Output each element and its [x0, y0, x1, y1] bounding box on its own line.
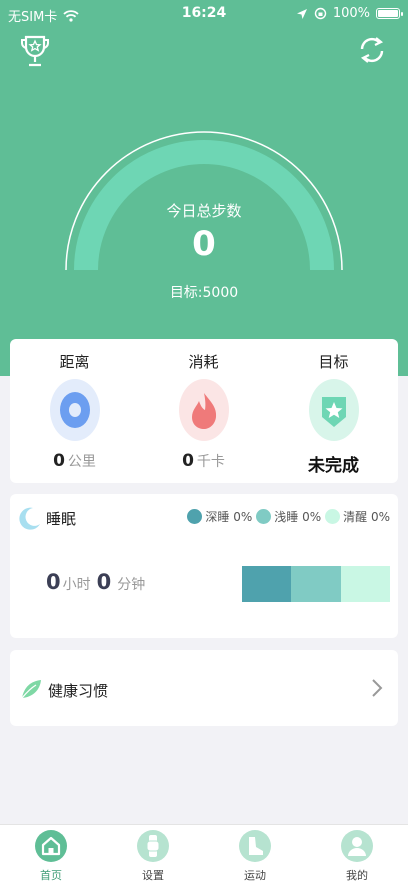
sleep-title: 睡眠 [46, 510, 77, 528]
healthy-habits-row[interactable]: 健康习惯 [10, 650, 398, 726]
battery-text: 100% [332, 6, 370, 21]
location-icon [296, 8, 307, 19]
tab-profile-label: 我的 [346, 869, 368, 882]
light-sleep-label: 浅睡 0% [274, 510, 322, 524]
sleep-duration: 0 小时 0 分钟 [46, 570, 145, 594]
goal-status: 未完成 [308, 456, 359, 476]
tab-home[interactable]: 首页 [0, 825, 102, 883]
calories-number: 0 [182, 451, 194, 471]
tab-settings-label: 设置 [142, 869, 164, 882]
steps-label: 今日总步数 [166, 202, 242, 220]
sleep-stage-bar [242, 566, 390, 602]
watch-icon [137, 830, 169, 862]
distance-icon [50, 379, 100, 441]
calories-title: 消耗 [188, 353, 219, 371]
step-gauge [65, 131, 343, 271]
trophy-button[interactable] [20, 34, 50, 68]
goal-value: 未完成 [269, 451, 398, 476]
distance-title: 距离 [59, 353, 90, 371]
legend-awake: 清醒 0% [325, 508, 390, 525]
tab-profile[interactable]: 我的 [306, 825, 408, 883]
moon-icon [19, 507, 40, 530]
sleep-legend: 深睡 0% 浅睡 0% 清醒 0% [183, 508, 390, 525]
hours-unit: 小时 [62, 577, 91, 593]
chevron-right-icon [372, 679, 383, 697]
deep-sleep-dot [187, 509, 203, 524]
badge-star-icon [309, 379, 359, 441]
user-icon [341, 830, 373, 862]
battery-icon [376, 8, 403, 19]
sleep-card[interactable]: 睡眠 深睡 0% 浅睡 0% 清醒 0% 0 小时 0 分钟 [10, 494, 398, 638]
deep-sleep-segment [242, 566, 292, 602]
flame-icon [179, 379, 229, 441]
deep-sleep-label: 深睡 0% [205, 510, 253, 524]
tab-home-label: 首页 [40, 869, 62, 882]
minutes-unit: 分钟 [117, 577, 146, 593]
awake-dot [325, 509, 341, 524]
status-bar: 无SIM卡 16:24 100% [0, 0, 408, 28]
steps-count: 0 [192, 224, 216, 264]
sync-icon [360, 37, 384, 63]
legend-light-sleep: 浅睡 0% [256, 508, 321, 525]
steps-target: 目标:5000 [169, 285, 239, 301]
goal-title: 目标 [318, 353, 349, 371]
calories-stat[interactable]: 消耗 0 千卡 [139, 339, 268, 483]
sleep-minutes: 0 [96, 570, 112, 594]
leaf-icon [21, 680, 41, 699]
header-panel: 今日总步数 0 目标:5000 [0, 0, 408, 376]
sleep-hours: 0 [46, 570, 61, 594]
goal-stat[interactable]: 目标 未完成 [269, 339, 398, 483]
distance-value: 0 公里 [10, 451, 139, 471]
distance-unit: 公里 [67, 454, 96, 470]
home-icon [35, 830, 67, 862]
distance-stat[interactable]: 距离 0 公里 [10, 339, 139, 483]
distance-number: 0 [53, 451, 65, 471]
tab-sports-label: 运动 [244, 869, 266, 882]
bottom-tab-bar: 首页 设置 运动 我的 [0, 824, 408, 883]
calories-value: 0 千卡 [139, 451, 268, 471]
legend-deep-sleep: 深睡 0% [187, 508, 252, 525]
awake-label: 清醒 0% [343, 510, 390, 524]
light-sleep-segment [291, 566, 341, 602]
sync-button[interactable] [358, 34, 386, 66]
shoe-icon [239, 830, 271, 862]
light-sleep-dot [256, 509, 272, 524]
awake-segment [340, 566, 390, 602]
activity-summary-card: 距离 0 公里 消耗 0 千卡 目标 未完成 [10, 339, 398, 483]
calories-unit: 千卡 [196, 454, 225, 470]
rotation-lock-icon [314, 7, 327, 20]
tab-settings[interactable]: 设置 [102, 825, 204, 883]
tab-sports[interactable]: 运动 [204, 825, 306, 883]
healthy-habits-title: 健康习惯 [48, 682, 109, 700]
trophy-icon [21, 35, 49, 67]
